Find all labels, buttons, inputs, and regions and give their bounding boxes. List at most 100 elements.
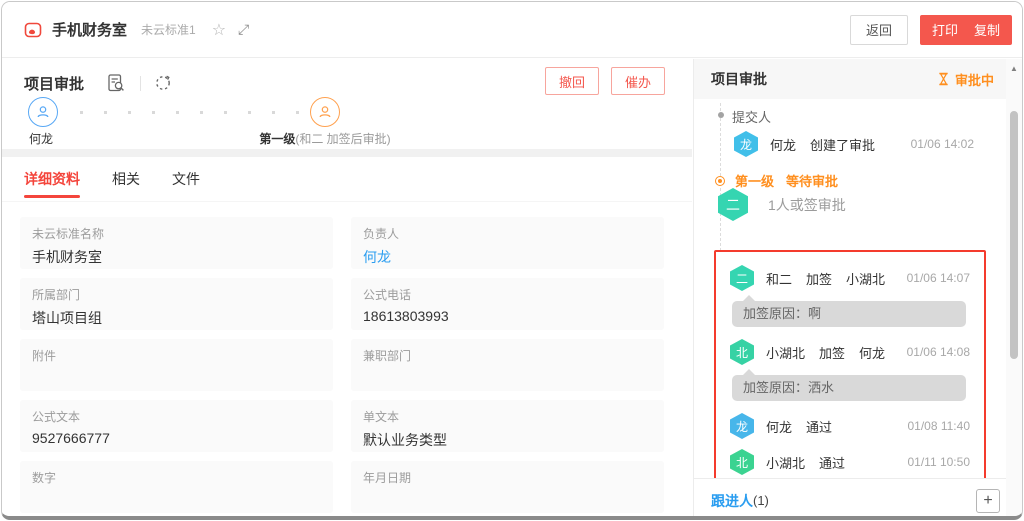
flow-connector-dots — [80, 111, 302, 114]
follower-bar: 跟进人 (1) + — [694, 478, 1008, 520]
field-label: 负责人 — [363, 225, 652, 242]
stage-name: 第一级 — [259, 132, 295, 146]
fields-grid: 未云标准名称手机财务室负责人何龙所属部门塔山项目组公式电话18613803993… — [20, 217, 664, 513]
scrollbar-up-arrow[interactable]: ▲ — [1006, 59, 1022, 73]
favorite-star-icon[interactable]: ☆ — [212, 20, 226, 40]
approval-record-search-icon[interactable] — [106, 73, 126, 93]
event-text: 小湖北 — [766, 453, 805, 472]
tab-related[interactable]: 相关 — [112, 157, 140, 202]
field-label: 兼职部门 — [363, 347, 652, 364]
print-button[interactable]: 打印 — [932, 20, 958, 39]
approval-flow: 何龙 第一级(和二 加签后审批) — [2, 97, 692, 149]
field-cell-0: 未云标准名称手机财务室 — [20, 217, 333, 269]
field-cell-1: 负责人何龙 — [351, 217, 664, 269]
urge-button[interactable]: 催办 — [611, 67, 665, 95]
event-time: 01/06 14:07 — [907, 271, 970, 285]
event-time: 01/06 14:08 — [907, 345, 970, 359]
field-cell-6: 公式文本 9527666777 — [20, 400, 333, 452]
field-label: 未云标准名称 — [32, 225, 321, 242]
field-label: 附件 — [32, 347, 321, 364]
field-cell-8: 数字 — [20, 461, 333, 513]
flow-stage-node: 第一级(和二 加签后审批) — [310, 97, 340, 127]
hourglass-icon — [937, 72, 950, 86]
field-value: 手机财务室 — [32, 247, 321, 267]
member-avatar[interactable]: 二 — [730, 265, 754, 291]
field-cell-9: 年月日期 — [351, 461, 664, 513]
stage-label: 第一级(和二 加签后审批) — [259, 130, 390, 147]
event-text: 加签 — [819, 343, 845, 362]
field-label: 年月日期 — [363, 469, 652, 486]
approval-panel-title: 项目审批 — [711, 69, 767, 89]
event-text: 小湖北 — [766, 343, 805, 362]
submitter-name: 何龙 — [29, 130, 53, 147]
event-text: 通过 — [806, 417, 832, 436]
approval-timeline: 提交人 龙何龙创建了审批01/06 14:02 第一级 等待审批 二 1人或签审… — [694, 99, 1008, 477]
stage-avatar[interactable] — [310, 97, 340, 127]
sign-mode-label: 1人或签审批 — [768, 195, 846, 215]
add-follower-button[interactable]: + — [976, 489, 1000, 513]
member-avatar[interactable]: 龙 — [734, 131, 758, 157]
person-icon — [317, 104, 333, 120]
field-label: 所属部门 — [32, 286, 321, 303]
field-value: 9527666777 — [32, 430, 321, 446]
back-button[interactable]: 返回 — [850, 15, 908, 45]
refresh-cycle-icon[interactable] — [153, 73, 173, 93]
detail-main: 项目审批 撤回 催办 — [2, 59, 692, 516]
field-value: 塔山项目组 — [32, 308, 321, 328]
person-icon — [35, 104, 51, 120]
sign-mode-row: 二 1人或签审批 — [718, 188, 846, 221]
withdraw-button[interactable]: 撤回 — [545, 67, 599, 95]
event-text: 何龙 — [859, 343, 885, 362]
field-label: 公式文本 — [32, 408, 321, 425]
app-window: 手机财务室 未云标准1 ☆ ⤢ 返回 打印 复制 项目审批 — [1, 1, 1023, 520]
approval-step-row: 北小湖北通过 01/11 10:50 — [730, 449, 972, 475]
print-copy-button-group: 打印 复制 — [920, 15, 1012, 45]
tab-files[interactable]: 文件 — [172, 157, 200, 202]
approval-panel: 项目审批 审批中 提交人 龙何龙创建了审批01/06 14:02 第一级 等待审… — [693, 59, 1008, 516]
stage-marker-icon — [715, 176, 725, 186]
approval-status-text: 审批中 — [955, 70, 994, 89]
field-cell-3: 公式电话 18613803993 — [351, 278, 664, 330]
event-created: 龙何龙创建了审批01/06 14:02 — [734, 131, 974, 157]
field-value-link[interactable]: 何龙 — [363, 247, 652, 267]
approval-actions: 撤回 催办 — [545, 67, 665, 95]
record-subtitle: 未云标准1 — [141, 21, 196, 38]
follower-count: (1) — [753, 493, 769, 508]
member-avatar[interactable]: 二 — [718, 188, 748, 221]
approval-header: 项目审批 撤回 催办 — [2, 65, 692, 101]
event-text: 通过 — [819, 453, 845, 472]
field-cell-5: 兼职部门 — [351, 339, 664, 391]
event-time: 01/11 10:50 — [907, 455, 970, 469]
field-value: 18613803993 — [363, 308, 652, 324]
topbar-actions: 返回 打印 复制 — [850, 15, 1012, 45]
field-label: 公式电话 — [363, 286, 652, 303]
countersign-reason-bubble: 加签原因：洒水 — [732, 375, 966, 401]
approval-panel-header: 项目审批 审批中 — [694, 59, 1008, 99]
topbar: 手机财务室 未云标准1 ☆ ⤢ 返回 打印 复制 — [2, 2, 1022, 58]
event-text: 创建了审批 — [810, 135, 875, 154]
field-cell-7: 单文本默认业务类型 — [351, 400, 664, 452]
member-avatar[interactable]: 北 — [730, 339, 754, 365]
countersign-reason-bubble: 加签原因：啊 — [732, 301, 966, 327]
event-text: 小湖北 — [846, 269, 885, 288]
field-cell-2: 所属部门塔山项目组 — [20, 278, 333, 330]
approval-status-badge: 审批中 — [937, 70, 994, 89]
event-time: 01/08 11:40 — [907, 419, 970, 433]
approval-step-row: 龙何龙通过01/08 11:40 — [730, 413, 972, 439]
member-avatar[interactable]: 北 — [730, 449, 754, 475]
divider — [140, 76, 141, 91]
page-title: 手机财务室 — [52, 19, 127, 40]
panel-scrollbar: ▲ — [1006, 59, 1022, 516]
field-label: 数字 — [32, 469, 321, 486]
scrollbar-thumb[interactable] — [1010, 111, 1018, 359]
tab-detail-info[interactable]: 详细资料 — [24, 157, 80, 202]
copy-button[interactable]: 复制 — [974, 20, 1000, 39]
detail-tabs: 详细资料 相关 文件 — [2, 157, 692, 202]
member-avatar[interactable]: 龙 — [730, 413, 754, 439]
event-text: 何龙 — [770, 135, 796, 154]
app-logo-icon — [24, 21, 42, 39]
expand-icon[interactable]: ⤢ — [238, 21, 249, 38]
follower-label: 跟进人 — [711, 491, 753, 511]
submitter-avatar[interactable] — [28, 97, 58, 127]
field-label: 单文本 — [363, 408, 652, 425]
